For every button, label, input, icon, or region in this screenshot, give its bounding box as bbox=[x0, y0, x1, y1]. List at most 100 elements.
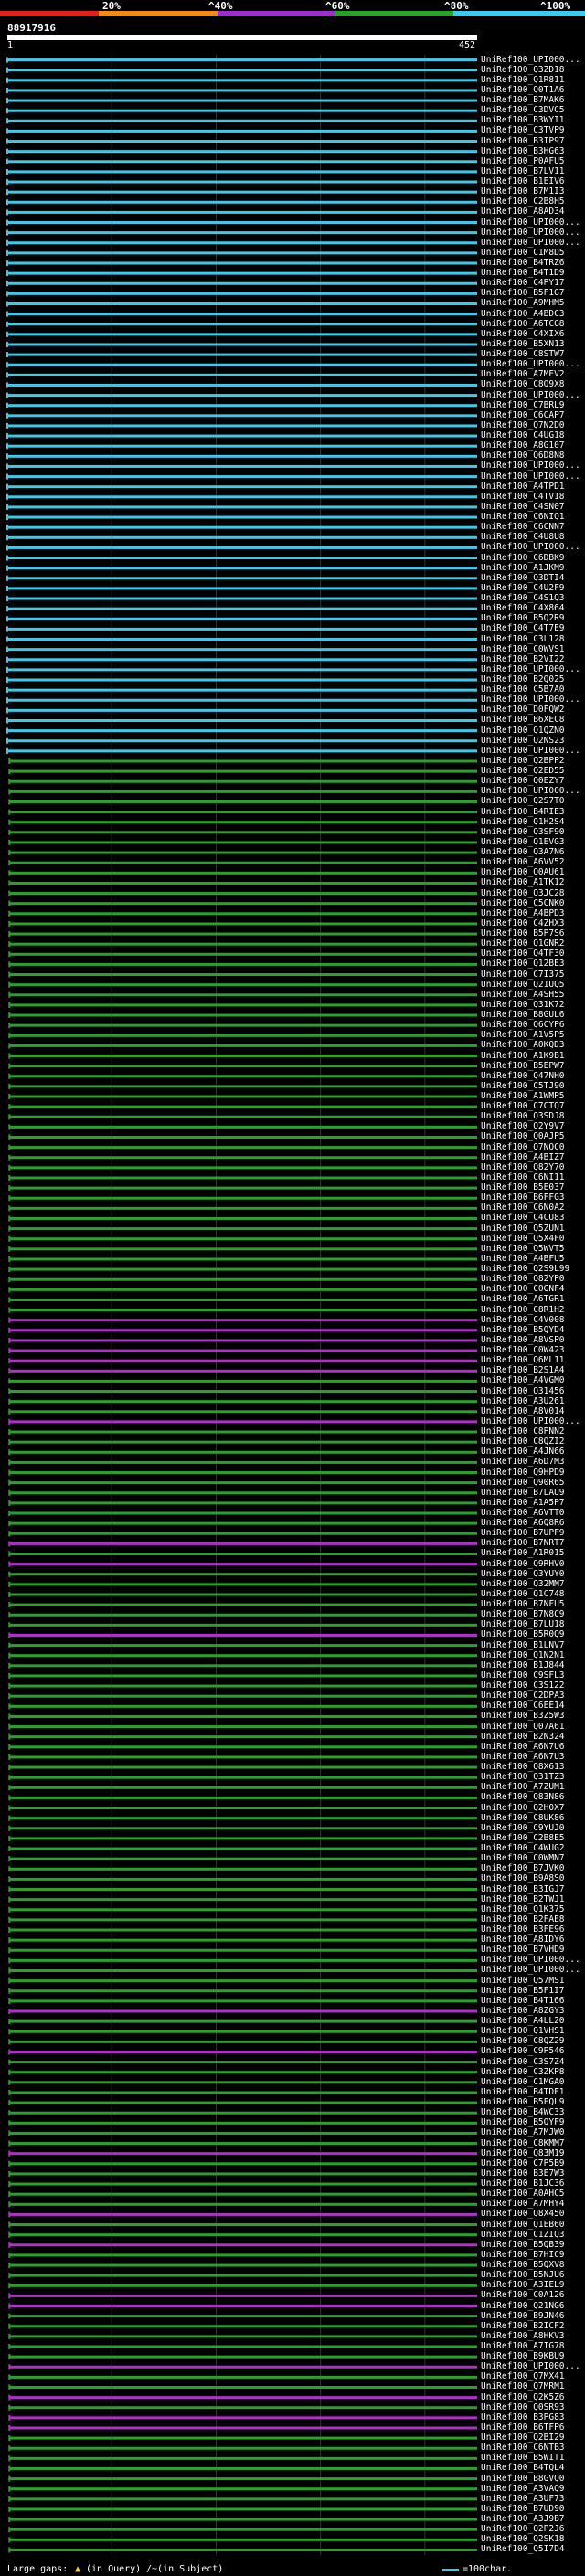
alignment-bar[interactable] bbox=[9, 1532, 477, 1535]
alignment-bar[interactable] bbox=[9, 1511, 477, 1515]
hit-label[interactable]: UniRef100_Q9RHV0 bbox=[481, 1559, 565, 1569]
alignment-bar[interactable] bbox=[7, 89, 477, 92]
alignment-bar[interactable] bbox=[9, 2253, 477, 2257]
hit-label[interactable]: UniRef100_C0A126 bbox=[481, 2291, 565, 2300]
hit-label[interactable]: UniRef100_Q6ML11 bbox=[481, 1356, 565, 1365]
alignment-bar[interactable] bbox=[9, 1979, 477, 1983]
alignment-bar[interactable] bbox=[9, 1003, 477, 1007]
hit-label[interactable]: UniRef100_B5F1G7 bbox=[481, 289, 565, 298]
hit-label[interactable]: UniRef100_Q2H0X7 bbox=[481, 1803, 565, 1813]
hit-label[interactable]: UniRef100_C2B8E5 bbox=[481, 1833, 565, 1843]
alignment-bar[interactable] bbox=[9, 2375, 477, 2379]
hit-label[interactable]: UniRef100_B2S1A4 bbox=[481, 1366, 565, 1375]
alignment-bar[interactable] bbox=[7, 546, 477, 549]
alignment-bar[interactable] bbox=[9, 1888, 477, 1892]
alignment-bar[interactable] bbox=[9, 1156, 477, 1160]
hit-label[interactable]: UniRef100_UPI000... bbox=[481, 217, 580, 228]
alignment-bar[interactable] bbox=[7, 271, 477, 275]
hit-label[interactable]: UniRef100_Q2SK18 bbox=[481, 2535, 565, 2544]
alignment-bar[interactable] bbox=[9, 1644, 477, 1648]
alignment-bar[interactable] bbox=[9, 1542, 477, 1545]
alignment-bar[interactable] bbox=[7, 708, 477, 712]
hit-label[interactable]: UniRef100_B7LV11 bbox=[481, 166, 565, 176]
hit-label[interactable]: UniRef100_B3HG63 bbox=[481, 146, 565, 156]
hit-label[interactable]: UniRef100_Q2K5Z6 bbox=[481, 2392, 565, 2402]
alignment-bar[interactable] bbox=[7, 658, 477, 662]
hit-label[interactable]: UniRef100_A3J9B7 bbox=[481, 2515, 565, 2524]
alignment-bar[interactable] bbox=[9, 811, 477, 814]
hit-label[interactable]: UniRef100_B7HIC9 bbox=[481, 2250, 565, 2260]
hit-label[interactable]: UniRef100_UPI000... bbox=[481, 472, 580, 482]
hit-label[interactable]: UniRef100_Q1N2N1 bbox=[481, 1650, 565, 1660]
hit-label[interactable]: UniRef100_C4ZHX3 bbox=[481, 918, 565, 928]
hit-label[interactable]: UniRef100_Q32MM7 bbox=[481, 1579, 565, 1589]
alignment-bar[interactable] bbox=[7, 58, 477, 62]
hit-label[interactable]: UniRef100_Q7NQC0 bbox=[481, 1142, 565, 1152]
alignment-bar[interactable] bbox=[9, 1491, 477, 1495]
hit-label[interactable]: UniRef100_UPI000... bbox=[481, 664, 580, 674]
hit-label[interactable]: UniRef100_C9P546 bbox=[481, 2047, 565, 2056]
alignment-bar[interactable] bbox=[9, 2456, 477, 2460]
hit-label[interactable]: UniRef100_B4RIE3 bbox=[481, 807, 565, 817]
alignment-bar[interactable] bbox=[9, 841, 477, 844]
alignment-bar[interactable] bbox=[9, 2274, 477, 2277]
alignment-bar[interactable] bbox=[9, 952, 477, 956]
hit-label[interactable]: UniRef100_B8GVQ0 bbox=[481, 2474, 565, 2484]
alignment-bar[interactable] bbox=[9, 2263, 477, 2267]
alignment-bar[interactable] bbox=[9, 1573, 477, 1576]
hit-label[interactable]: UniRef100_P0AFU5 bbox=[481, 156, 565, 166]
hit-label[interactable]: UniRef100_C1MGA0 bbox=[481, 2077, 565, 2087]
alignment-bar[interactable] bbox=[9, 2009, 477, 2013]
hit-label[interactable]: UniRef100_UPI000... bbox=[481, 360, 580, 369]
hit-label[interactable]: UniRef100_C3S122 bbox=[481, 1681, 565, 1691]
alignment-bar[interactable] bbox=[9, 993, 477, 997]
hit-label[interactable]: UniRef100_B7VHD9 bbox=[481, 1945, 565, 1955]
hit-label[interactable]: UniRef100_C4TV18 bbox=[481, 492, 565, 502]
hit-label[interactable]: UniRef100_Q6CYP6 bbox=[481, 1021, 565, 1030]
hit-label[interactable]: UniRef100_Q83M19 bbox=[481, 2148, 565, 2158]
hit-label[interactable]: UniRef100_C6NIQ1 bbox=[481, 513, 565, 522]
alignment-bar[interactable] bbox=[9, 2446, 477, 2450]
hit-label[interactable]: UniRef100_A8G107 bbox=[481, 441, 565, 451]
hit-label[interactable]: UniRef100_B1EIV6 bbox=[481, 177, 565, 186]
alignment-bar[interactable] bbox=[9, 912, 477, 916]
alignment-bar[interactable] bbox=[7, 444, 477, 448]
hit-label[interactable]: UniRef100_C4PY17 bbox=[481, 279, 565, 288]
hit-label[interactable]: UniRef100_B7UPF9 bbox=[481, 1529, 565, 1538]
alignment-bar[interactable] bbox=[9, 2162, 477, 2166]
alignment-bar[interactable] bbox=[9, 1745, 477, 1749]
hit-label[interactable]: UniRef100_C6CNN7 bbox=[481, 523, 565, 532]
hit-label[interactable]: UniRef100_A7ZUM1 bbox=[481, 1783, 565, 1792]
alignment-bar[interactable] bbox=[7, 190, 477, 194]
alignment-bar[interactable] bbox=[9, 1075, 477, 1078]
alignment-bar[interactable] bbox=[9, 1704, 477, 1708]
alignment-bar[interactable] bbox=[7, 729, 477, 733]
alignment-bar[interactable] bbox=[7, 383, 477, 387]
hit-label[interactable]: UniRef100_C4XIX6 bbox=[481, 329, 565, 339]
alignment-bar[interactable] bbox=[9, 2142, 477, 2146]
alignment-bar[interactable] bbox=[7, 343, 477, 346]
alignment-bar[interactable] bbox=[9, 851, 477, 854]
alignment-bar[interactable] bbox=[9, 2040, 477, 2043]
hit-label[interactable]: UniRef100_A8VSP0 bbox=[481, 1335, 565, 1345]
alignment-bar[interactable] bbox=[9, 1329, 477, 1332]
alignment-bar[interactable] bbox=[9, 932, 477, 936]
alignment-bar[interactable] bbox=[7, 557, 477, 560]
hit-label[interactable]: UniRef100_B7LU18 bbox=[481, 1620, 565, 1629]
hit-label[interactable]: UniRef100_Q1H2S4 bbox=[481, 817, 565, 827]
hit-label[interactable]: UniRef100_Q31K72 bbox=[481, 1000, 565, 1010]
hit-label[interactable]: UniRef100_A6TGR1 bbox=[481, 1295, 565, 1304]
alignment-bar[interactable] bbox=[9, 1654, 477, 1658]
hit-label[interactable]: UniRef100_B4T166 bbox=[481, 1996, 565, 2006]
hit-label[interactable]: UniRef100_Q5I7D4 bbox=[481, 2545, 565, 2554]
alignment-bar[interactable] bbox=[9, 1125, 477, 1129]
hit-label[interactable]: UniRef100_B5QYF9 bbox=[481, 2118, 565, 2127]
hit-label[interactable]: UniRef100_A7MJW0 bbox=[481, 2128, 565, 2137]
alignment-bar[interactable] bbox=[9, 2233, 477, 2237]
alignment-bar[interactable] bbox=[9, 1958, 477, 1962]
alignment-bar[interactable] bbox=[9, 1765, 477, 1769]
hit-label[interactable]: UniRef100_C7P5B9 bbox=[481, 2158, 565, 2168]
hit-label[interactable]: UniRef100_A8ZGY3 bbox=[481, 2006, 565, 2016]
hit-label[interactable]: UniRef100_C4CU83 bbox=[481, 1214, 565, 1223]
alignment-bar[interactable] bbox=[9, 1847, 477, 1850]
